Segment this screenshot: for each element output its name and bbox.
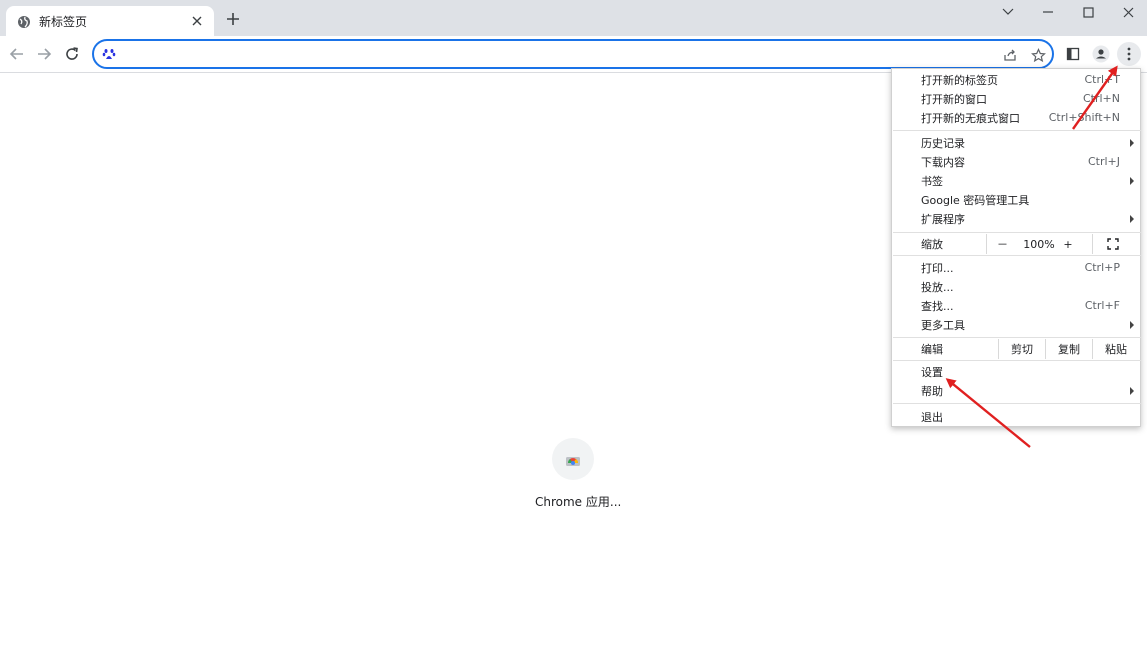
menu-item-shortcut: Ctrl+F bbox=[1084, 299, 1120, 312]
address-input[interactable] bbox=[124, 45, 984, 63]
edit-label: 编辑 bbox=[921, 343, 943, 356]
globe-icon bbox=[17, 14, 31, 28]
menu-item-shortcut: Ctrl+N bbox=[1082, 92, 1120, 105]
maximize-icon[interactable] bbox=[1074, 4, 1102, 20]
copy-button[interactable]: 复制 bbox=[1045, 339, 1092, 359]
shortcut-label: Chrome 应用... bbox=[535, 495, 622, 509]
menu-item-exit[interactable]: 退出 bbox=[892, 407, 1142, 426]
share-icon[interactable] bbox=[1002, 47, 1018, 63]
plus-icon[interactable] bbox=[225, 11, 241, 27]
menu-item-shortcut: Ctrl+J bbox=[1087, 155, 1120, 168]
baidu-paw-icon bbox=[102, 46, 116, 60]
menu-item-new-incognito[interactable]: 打开新的无痕式窗口 Ctrl+Shift+N bbox=[892, 108, 1142, 127]
menu-item-history[interactable]: 历史记录 bbox=[892, 133, 1142, 152]
paste-button[interactable]: 粘贴 bbox=[1092, 339, 1139, 359]
address-bar[interactable] bbox=[92, 39, 1054, 69]
menu-divider bbox=[893, 232, 1141, 233]
zoom-in-button[interactable]: + bbox=[1060, 234, 1076, 254]
zoom-value: 100% bbox=[1023, 237, 1055, 251]
back-icon[interactable] bbox=[8, 45, 26, 63]
window-close-icon[interactable] bbox=[1114, 4, 1142, 20]
menu-item-new-tab[interactable]: 打开新的标签页 Ctrl+T bbox=[892, 70, 1142, 89]
menu-item-help[interactable]: 帮助 bbox=[892, 381, 1142, 400]
submenu-arrow-icon bbox=[1130, 386, 1134, 395]
menu-item-label: 更多工具 bbox=[921, 318, 965, 332]
menu-divider bbox=[893, 130, 1141, 131]
forward-icon[interactable] bbox=[35, 45, 53, 63]
zoom-out-button[interactable]: － bbox=[986, 234, 1018, 254]
menu-item-label: 打开新的窗口 bbox=[921, 92, 987, 106]
menu-item-password-manager[interactable]: Google 密码管理工具 bbox=[892, 190, 1142, 209]
menu-item-label: Google 密码管理工具 bbox=[921, 193, 1030, 207]
minimize-icon[interactable] bbox=[1034, 4, 1062, 20]
side-panel-icon[interactable] bbox=[1063, 44, 1083, 64]
profile-icon[interactable] bbox=[1091, 44, 1111, 64]
menu-item-new-window[interactable]: 打开新的窗口 Ctrl+N bbox=[892, 89, 1142, 108]
menu-item-label: 打印... bbox=[921, 261, 954, 275]
reload-icon[interactable] bbox=[63, 45, 81, 63]
menu-item-label: 扩展程序 bbox=[921, 212, 965, 226]
fullscreen-icon[interactable] bbox=[1092, 234, 1132, 254]
menu-item-shortcut: Ctrl+T bbox=[1084, 73, 1120, 86]
menu-edit-row: 编辑 剪切 复制 粘贴 bbox=[892, 339, 1142, 359]
menu-item-extensions[interactable]: 扩展程序 bbox=[892, 209, 1142, 228]
submenu-arrow-icon bbox=[1130, 214, 1134, 223]
chrome-menu: 打开新的标签页 Ctrl+T 打开新的窗口 Ctrl+N 打开新的无痕式窗口 C… bbox=[891, 68, 1141, 427]
menu-item-downloads[interactable]: 下载内容 Ctrl+J bbox=[892, 152, 1142, 171]
tab-new-tab[interactable]: 新标签页 bbox=[6, 6, 214, 36]
star-icon[interactable] bbox=[1030, 47, 1046, 63]
menu-item-label: 下载内容 bbox=[921, 155, 965, 169]
menu-item-find[interactable]: 查找... Ctrl+F bbox=[892, 296, 1142, 315]
submenu-arrow-icon bbox=[1130, 320, 1134, 329]
menu-divider bbox=[893, 403, 1141, 404]
submenu-arrow-icon bbox=[1130, 176, 1134, 185]
menu-item-settings[interactable]: 设置 bbox=[892, 362, 1142, 381]
chevron-down-icon[interactable] bbox=[994, 4, 1022, 20]
menu-item-label: 书签 bbox=[921, 174, 943, 188]
shortcut-chrome-apps[interactable]: Chrome 应用... bbox=[535, 438, 622, 510]
zoom-label: 缩放 bbox=[921, 238, 943, 251]
close-icon[interactable] bbox=[190, 14, 204, 28]
menu-item-label: 投放... bbox=[921, 280, 954, 294]
submenu-arrow-icon bbox=[1130, 138, 1134, 147]
more-vert-icon[interactable] bbox=[1117, 42, 1141, 66]
chrome-apps-icon bbox=[552, 438, 594, 480]
tab-title: 新标签页 bbox=[39, 14, 88, 29]
menu-item-print[interactable]: 打印... Ctrl+P bbox=[892, 258, 1142, 277]
menu-item-label: 设置 bbox=[921, 365, 943, 379]
menu-divider bbox=[893, 337, 1141, 338]
menu-divider bbox=[893, 255, 1141, 256]
tab-strip: 新标签页 bbox=[0, 0, 1147, 36]
menu-item-label: 帮助 bbox=[921, 384, 943, 398]
cut-button[interactable]: 剪切 bbox=[998, 339, 1045, 359]
menu-item-label: 打开新的无痕式窗口 bbox=[921, 111, 1020, 125]
menu-item-label: 查找... bbox=[921, 299, 954, 313]
menu-item-label: 打开新的标签页 bbox=[921, 73, 998, 87]
menu-divider bbox=[893, 360, 1141, 361]
menu-item-more-tools[interactable]: 更多工具 bbox=[892, 315, 1142, 334]
menu-item-label: 历史记录 bbox=[921, 136, 965, 150]
menu-item-label: 退出 bbox=[921, 410, 943, 424]
menu-zoom-row: 缩放 － 100% + bbox=[892, 234, 1142, 254]
menu-item-bookmarks[interactable]: 书签 bbox=[892, 171, 1142, 190]
menu-item-shortcut: Ctrl+Shift+N bbox=[1048, 111, 1120, 124]
menu-item-cast[interactable]: 投放... bbox=[892, 277, 1142, 296]
menu-item-shortcut: Ctrl+P bbox=[1084, 261, 1120, 274]
